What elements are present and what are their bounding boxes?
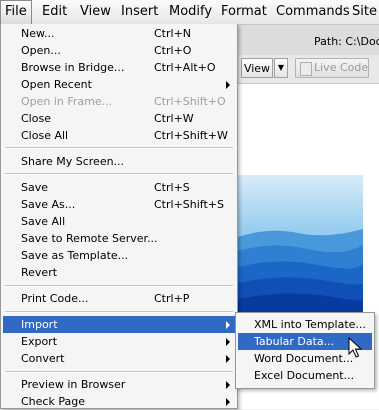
submenu-arrow-icon <box>226 355 230 363</box>
menu-item-print-code[interactable]: Print Code... Ctrl+P <box>3 290 235 307</box>
mouse-pointer-icon <box>348 336 363 359</box>
menu-item-preview-in-browser[interactable]: Preview in Browser <box>3 376 235 393</box>
menu-item-label: Save <box>21 181 49 194</box>
menu-item-shortcut: Ctrl+Shift+W <box>154 129 228 142</box>
menu-item-label: Open Recent <box>21 78 92 91</box>
menu-item-export[interactable]: Export <box>3 333 235 350</box>
menu-item-label: Save as Template... <box>21 249 129 262</box>
menu-item-label: Print Code... <box>21 292 89 305</box>
menu-item-save-as-template[interactable]: Save as Template... <box>3 247 235 264</box>
menu-item-save[interactable]: Save Ctrl+S <box>3 179 235 196</box>
submenu-item-xml-into-template[interactable]: XML into Template... <box>238 316 372 333</box>
submenu-item-label: XML into Template... <box>254 318 366 331</box>
submenu-arrow-icon <box>226 321 230 329</box>
menu-item-browse-in-bridge[interactable]: Browse in Bridge... Ctrl+Alt+O <box>3 59 235 76</box>
menu-item-label: Open in Frame... <box>21 95 113 108</box>
menu-item-share-my-screen[interactable]: Share My Screen... <box>3 153 235 170</box>
menu-item-revert[interactable]: Revert <box>3 264 235 281</box>
menu-item-open-recent[interactable]: Open Recent <box>3 76 235 93</box>
menu-item-new[interactable]: New... Ctrl+N <box>3 25 235 42</box>
menu-item-close[interactable]: Close Ctrl+W <box>3 110 235 127</box>
menu-item-shortcut: Ctrl+Shift+S <box>154 198 224 211</box>
menu-item-label: Share My Screen... <box>21 155 125 168</box>
submenu-arrow-icon <box>226 381 230 389</box>
menu-item-save-to-remote-server[interactable]: Save to Remote Server... <box>3 230 235 247</box>
menu-file[interactable]: File <box>0 0 32 24</box>
menu-item-save-as[interactable]: Save As... Ctrl+Shift+S <box>3 196 235 213</box>
menu-commands[interactable]: Commands <box>272 0 354 24</box>
document-path: Path: C:\Doc <box>314 35 379 48</box>
menu-item-check-page[interactable]: Check Page <box>3 393 235 410</box>
menu-item-label: Save As... <box>21 198 76 211</box>
submenu-item-label: Tabular Data... <box>254 335 335 348</box>
menu-item-label: Close <box>21 112 51 125</box>
menu-item-label: Save All <box>21 215 66 228</box>
submenu-arrow-icon <box>226 398 230 406</box>
menu-item-shortcut: Ctrl+Shift+O <box>154 95 226 108</box>
menu-item-shortcut: Ctrl+N <box>154 27 192 40</box>
menu-item-convert[interactable]: Convert <box>3 350 235 367</box>
menu-item-label: Check Page <box>21 395 85 408</box>
menu-item-open[interactable]: Open... Ctrl+O <box>3 42 235 59</box>
live-code-icon <box>300 62 312 76</box>
menu-item-label: Browse in Bridge... <box>21 61 125 74</box>
mountain-image <box>238 175 363 315</box>
live-code-label: Live Code <box>314 61 369 74</box>
menu-item-shortcut: Ctrl+Alt+O <box>154 61 216 74</box>
menu-separator <box>5 147 233 149</box>
menu-item-label: Import <box>21 318 58 331</box>
menu-separator <box>5 173 233 175</box>
menu-separator <box>5 285 233 287</box>
submenu-item-excel-document[interactable]: Excel Document... <box>238 367 372 384</box>
menu-item-label: Revert <box>21 266 58 279</box>
menu-item-shortcut: Ctrl+S <box>154 181 190 194</box>
menu-item-open-in-frame: Open in Frame... Ctrl+Shift+O <box>3 93 235 110</box>
menu-bar: File Edit View Insert Modify Format Comm… <box>0 0 379 25</box>
menu-item-save-all[interactable]: Save All <box>3 213 235 230</box>
view-dropdown-icon[interactable]: ▼ <box>274 58 288 78</box>
menu-view[interactable]: View <box>76 0 115 24</box>
menu-item-label: Export <box>21 335 58 348</box>
menu-item-shortcut: Ctrl+W <box>154 112 194 125</box>
live-code-button[interactable]: Live Code <box>295 58 369 78</box>
menu-item-label: New... <box>21 27 55 40</box>
submenu-item-label: Word Document... <box>254 352 354 365</box>
menu-insert[interactable]: Insert <box>117 0 162 24</box>
menu-item-close-all[interactable]: Close All Ctrl+Shift+W <box>3 127 235 144</box>
menu-item-shortcut: Ctrl+O <box>154 44 192 57</box>
view-button[interactable]: View <box>241 58 273 78</box>
menu-separator <box>5 311 233 313</box>
menu-item-label: Open... <box>21 44 61 57</box>
submenu-arrow-icon <box>226 81 230 89</box>
submenu-arrow-icon <box>226 338 230 346</box>
menu-site[interactable]: Site <box>348 0 379 24</box>
menu-format[interactable]: Format <box>217 0 271 24</box>
menu-item-shortcut: Ctrl+P <box>154 292 190 305</box>
file-menu: New... Ctrl+N Open... Ctrl+O Browse in B… <box>0 24 238 409</box>
menu-separator <box>5 371 233 373</box>
menu-item-label: Preview in Browser <box>21 378 126 391</box>
menu-item-import[interactable]: Import <box>3 316 235 333</box>
menu-item-label: Convert <box>21 352 65 365</box>
menu-modify[interactable]: Modify <box>165 0 216 24</box>
menu-edit[interactable]: Edit <box>38 0 71 24</box>
path-label: Path: <box>314 35 342 48</box>
submenu-item-label: Excel Document... <box>254 369 355 382</box>
menu-item-label: Save to Remote Server... <box>21 232 158 245</box>
menu-item-label: Close All <box>21 129 69 142</box>
path-value: C:\Doc <box>345 35 379 48</box>
